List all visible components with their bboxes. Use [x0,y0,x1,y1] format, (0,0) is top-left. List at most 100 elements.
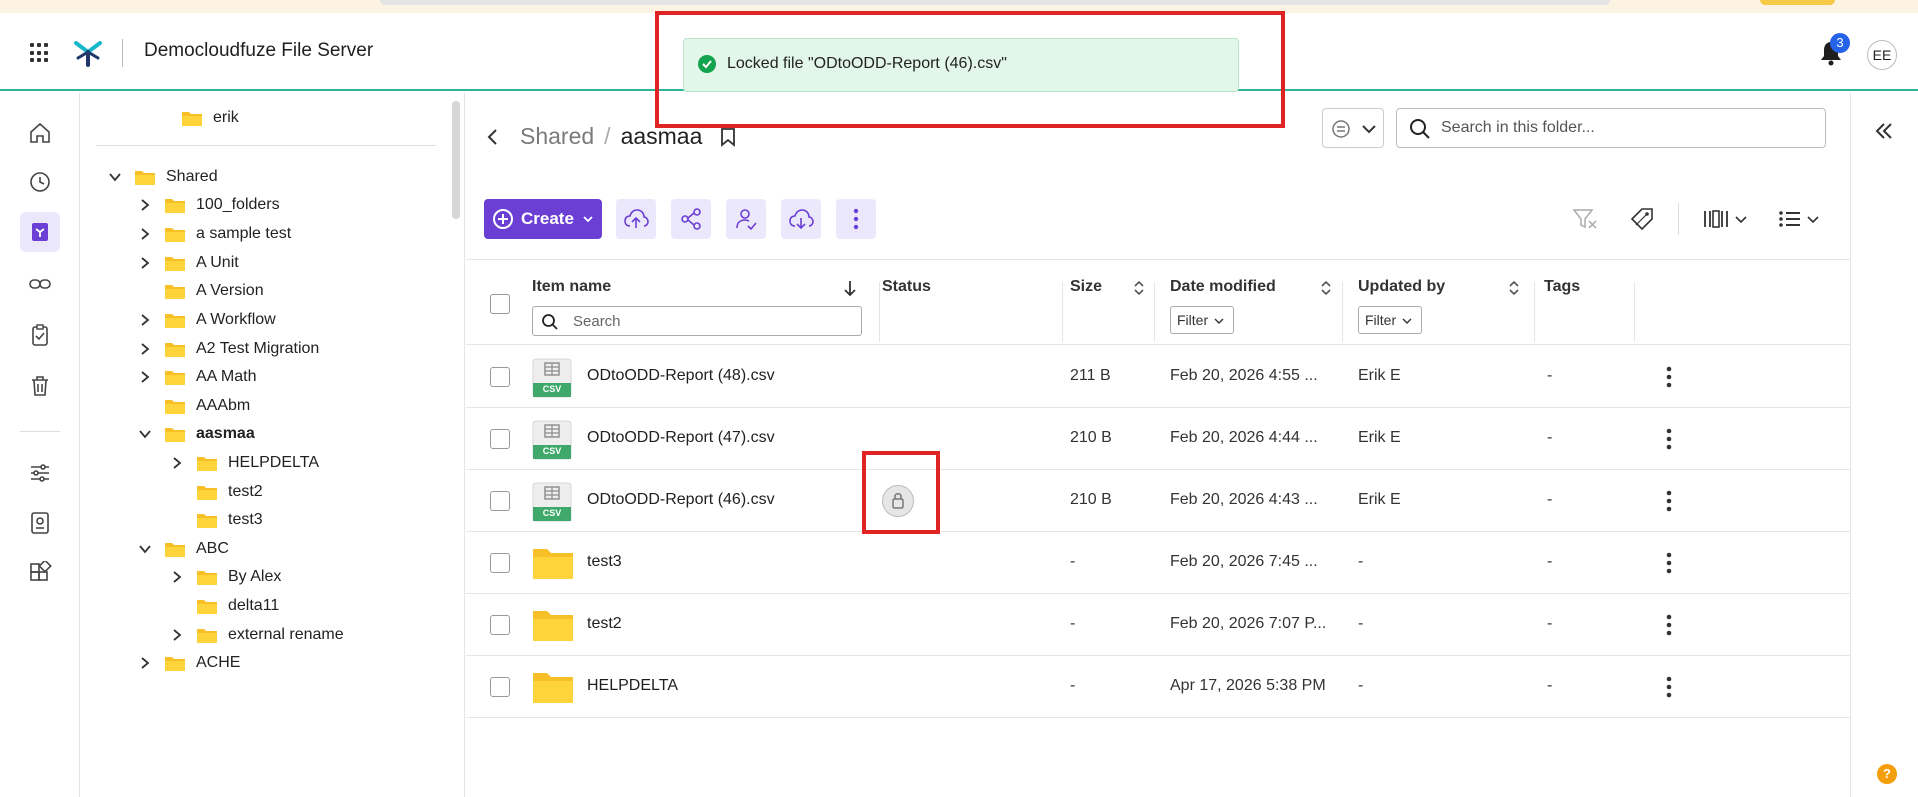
top-banner-button[interactable] [1760,0,1835,5]
chevron-right-icon[interactable] [170,456,184,470]
sort-toggle-icon[interactable] [1507,278,1521,298]
tree-item[interactable]: external rename [170,620,344,650]
chevron-right-icon[interactable] [170,570,184,584]
tree-item[interactable]: test2 [170,477,263,507]
name-search-input[interactable] [573,307,853,335]
date-filter-button[interactable]: Filter [1170,306,1234,334]
tree-item[interactable]: aasmaa [138,419,255,449]
tree-item[interactable]: By Alex [170,562,281,592]
item-name[interactable]: ODtoODD-Report (47).csv [587,429,775,447]
row-more-actions-icon[interactable] [1666,614,1672,636]
table-row[interactable]: CSV ODtoODD-Report (46).csv 210 B Feb 20, 2… [466,470,1850,532]
trash-icon[interactable] [20,366,60,406]
tree-item[interactable]: delta11 [170,591,279,621]
item-name[interactable]: ODtoODD-Report (46).csv [587,491,775,509]
tree-item[interactable]: A2 Test Migration [138,334,319,364]
tree-item[interactable]: a sample test [138,219,291,249]
chevron-down-icon[interactable] [138,542,152,556]
chevron-down-icon[interactable] [138,427,152,441]
file-server-icon[interactable] [20,212,60,252]
tree-item[interactable]: A Unit [138,248,239,278]
more-actions-button[interactable] [836,199,876,239]
item-name[interactable]: test2 [587,615,622,633]
row-more-actions-icon[interactable] [1666,366,1672,388]
user-avatar[interactable]: EE [1867,40,1897,70]
tree-item[interactable]: A Workflow [138,305,276,335]
back-chevron-icon[interactable] [486,128,500,146]
table-row[interactable]: test2 - Feb 20, 2026 7:07 P... - - [466,594,1850,656]
sort-toggle-icon[interactable] [1319,278,1333,298]
double-chevron-left-icon[interactable] [1873,121,1895,141]
manage-access-button[interactable] [726,199,766,239]
column-header-name[interactable]: Item name [532,278,611,296]
item-name[interactable]: ODtoODD-Report (48).csv [587,367,775,385]
tree-item[interactable]: HELPDELTA [170,448,319,478]
columns-button[interactable] [1702,203,1748,235]
row-checkbox[interactable] [490,677,510,697]
table-row[interactable]: CSV ODtoODD-Report (47).csv 210 B Feb 20, 2… [466,408,1850,470]
tree-item[interactable]: Shared [108,162,218,192]
download-button[interactable] [781,199,821,239]
row-more-actions-icon[interactable] [1666,552,1672,574]
item-name[interactable]: test3 [587,553,622,571]
row-checkbox[interactable] [490,615,510,635]
folder-search-box[interactable] [1396,108,1826,148]
tree-scrollbar[interactable] [452,101,460,219]
chevron-right-icon[interactable] [138,656,152,670]
tree-item[interactable]: A Version [138,276,264,306]
bookmark-icon[interactable] [720,127,736,147]
chevron-right-icon[interactable] [138,198,152,212]
item-name[interactable]: HELPDELTA [587,677,678,695]
tree-item[interactable]: AA Math [138,362,256,392]
create-button[interactable]: Create [484,199,602,239]
tree-item[interactable]: ACHE [138,648,240,678]
upload-button[interactable] [616,199,656,239]
chevron-right-icon[interactable] [138,227,152,241]
chevron-right-icon[interactable] [170,628,184,642]
column-header-size[interactable]: Size [1070,278,1102,296]
list-view-button[interactable] [1778,203,1820,235]
table-row[interactable]: CSV ODtoODD-Report (48).csv 211 B Feb 20, 2… [466,346,1850,408]
home-icon[interactable] [20,113,60,153]
sort-toggle-icon[interactable] [1132,278,1146,298]
tree-item[interactable]: ABC [138,534,229,564]
row-more-actions-icon[interactable] [1666,490,1672,512]
tree-item[interactable]: erik [155,103,239,133]
report-icon[interactable] [20,503,60,543]
tree-item[interactable]: 100_folders [138,190,280,220]
chevron-right-icon[interactable] [138,342,152,356]
row-more-actions-icon[interactable] [1666,428,1672,450]
sort-descending-icon[interactable] [843,278,857,298]
name-search-box[interactable] [532,306,862,336]
folder-search-input[interactable] [1441,109,1811,147]
table-row[interactable]: HELPDELTA - Apr 17, 2026 5:38 PM - - [466,656,1850,718]
view-mode-select[interactable] [1322,108,1384,148]
recent-clock-icon[interactable] [20,162,60,202]
chevron-right-icon[interactable] [138,370,152,384]
select-all-checkbox[interactable] [490,294,510,314]
link-icon[interactable] [20,264,60,304]
updated-by-filter-button[interactable]: Filter [1358,306,1422,334]
chevron-right-icon[interactable] [138,256,152,270]
row-checkbox[interactable] [490,367,510,387]
app-launcher-icon[interactable] [30,43,50,63]
apps-grid-icon[interactable] [20,553,60,593]
clear-filter-button[interactable] [1572,203,1598,235]
tags-button[interactable] [1628,203,1656,235]
column-header-date-modified[interactable]: Date modified [1170,278,1276,296]
row-more-actions-icon[interactable] [1666,676,1672,698]
table-row[interactable]: test3 - Feb 20, 2026 7:45 ... - - [466,532,1850,594]
settings-sliders-icon[interactable] [20,453,60,493]
tree-item[interactable]: AAAbm [138,391,250,421]
breadcrumb-parent[interactable]: Shared [520,123,594,150]
chevron-right-icon[interactable] [138,313,152,327]
share-button[interactable] [671,199,711,239]
tree-item[interactable]: test3 [170,505,263,535]
column-header-updated-by[interactable]: Updated by [1358,278,1445,296]
tasks-clipboard-icon[interactable] [20,315,60,355]
help-button[interactable]: ? [1877,764,1897,784]
row-checkbox[interactable] [490,553,510,573]
chevron-down-icon[interactable] [108,170,122,184]
row-checkbox[interactable] [490,429,510,449]
row-checkbox[interactable] [490,491,510,511]
